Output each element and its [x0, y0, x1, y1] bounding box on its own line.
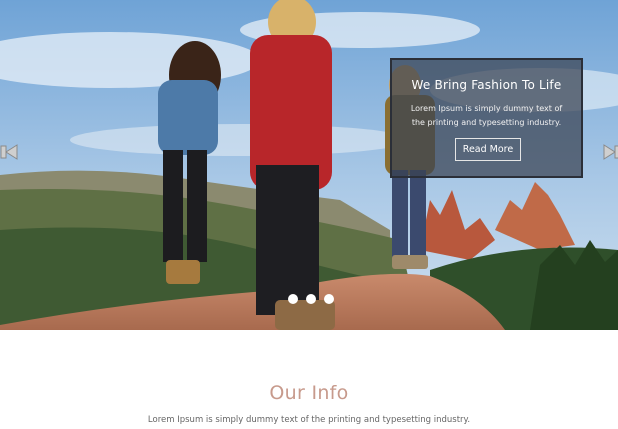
- slide-dot-3[interactable]: [324, 294, 334, 304]
- slide-dot-2[interactable]: [306, 294, 316, 304]
- info-section-text: Lorem Ipsum is simply dummy text of the …: [147, 415, 471, 425]
- info-section-title: Our Info: [269, 382, 349, 404]
- hero-slider: We Bring Fashion To Life Lorem Ipsum is …: [0, 0, 618, 330]
- slide-caption: We Bring Fashion To Life Lorem Ipsum is …: [390, 58, 583, 178]
- slide-dot-1[interactable]: [288, 294, 298, 304]
- arrow-left-icon: [0, 144, 18, 160]
- caption-text: Lorem Ipsum is simply dummy text of the …: [410, 104, 563, 127]
- read-more-button[interactable]: Read More: [455, 138, 521, 161]
- next-slide-button[interactable]: [603, 141, 618, 163]
- arrow-right-icon: [603, 144, 618, 160]
- caption-title: We Bring Fashion To Life: [411, 78, 562, 92]
- prev-slide-button[interactable]: [0, 141, 18, 163]
